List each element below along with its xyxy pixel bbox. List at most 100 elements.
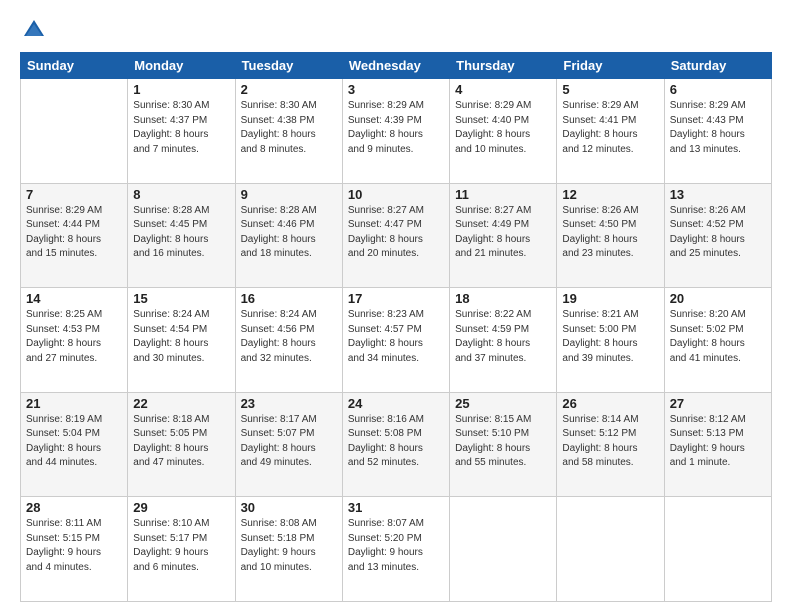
- day-number: 8: [133, 187, 229, 202]
- day-number: 11: [455, 187, 551, 202]
- calendar-cell: 23 Sunrise: 8:17 AM Sunset: 5:07 PM Dayli…: [235, 392, 342, 497]
- calendar-cell: 28 Sunrise: 8:11 AM Sunset: 5:15 PM Dayli…: [21, 497, 128, 602]
- calendar-cell: 15 Sunrise: 8:24 AM Sunset: 4:54 PM Dayli…: [128, 288, 235, 393]
- calendar-cell: 14 Sunrise: 8:25 AM Sunset: 4:53 PM Dayli…: [21, 288, 128, 393]
- calendar-cell: 22 Sunrise: 8:18 AM Sunset: 5:05 PM Dayli…: [128, 392, 235, 497]
- weekday-header: Sunday: [21, 53, 128, 79]
- day-number: 7: [26, 187, 122, 202]
- day-number: 31: [348, 500, 444, 515]
- day-number: 26: [562, 396, 658, 411]
- cell-info: Sunrise: 8:12 AM Sunset: 5:13 PM Dayligh…: [670, 413, 766, 471]
- calendar-cell: 20 Sunrise: 8:20 AM Sunset: 5:02 PM Dayli…: [664, 288, 771, 393]
- day-number: 24: [348, 396, 444, 411]
- cell-info: Sunrise: 8:22 AM Sunset: 4:59 PM Dayligh…: [455, 308, 551, 366]
- calendar-cell: 17Sunrise: 8:23 AM Sunset: 4:57 PM Dayli…: [342, 288, 449, 393]
- day-number: 21: [26, 396, 122, 411]
- cell-info: Sunrise: 8:18 AM Sunset: 5:05 PM Dayligh…: [133, 413, 229, 471]
- weekday-header-row: SundayMondayTuesdayWednesdayThursdayFrid…: [21, 53, 772, 79]
- weekday-header: Tuesday: [235, 53, 342, 79]
- calendar-cell: 21 Sunrise: 8:19 AM Sunset: 5:04 PM Dayli…: [21, 392, 128, 497]
- cell-info: Sunrise: 8:24 AM Sunset: 4:54 PM Dayligh…: [133, 308, 229, 366]
- day-number: 3: [348, 82, 444, 97]
- day-number: 10: [348, 187, 444, 202]
- calendar-cell: 30 Sunrise: 8:08 AM Sunset: 5:18 PM Dayli…: [235, 497, 342, 602]
- calendar-cell: 12 Sunrise: 8:26 AM Sunset: 4:50 PM Dayli…: [557, 183, 664, 288]
- calendar-cell: 1 Sunrise: 8:30 AM Sunset: 4:37 PM Daylig…: [128, 79, 235, 184]
- day-number: 15: [133, 291, 229, 306]
- day-number: 25: [455, 396, 551, 411]
- weekday-header: Monday: [128, 53, 235, 79]
- cell-info: Sunrise: 8:27 AM Sunset: 4:49 PM Dayligh…: [455, 204, 551, 262]
- calendar-cell: [21, 79, 128, 184]
- calendar-cell: 25 Sunrise: 8:15 AM Sunset: 5:10 PM Dayli…: [450, 392, 557, 497]
- day-number: 19: [562, 291, 658, 306]
- cell-info: Sunrise: 8:25 AM Sunset: 4:53 PM Dayligh…: [26, 308, 122, 366]
- weekday-header: Friday: [557, 53, 664, 79]
- cell-info: Sunrise: 8:28 AM Sunset: 4:45 PM Dayligh…: [133, 204, 229, 262]
- day-number: 13: [670, 187, 766, 202]
- day-number: 17: [348, 291, 444, 306]
- cell-info: Sunrise: 8:16 AM Sunset: 5:08 PM Dayligh…: [348, 413, 444, 471]
- cell-info: Sunrise: 8:30 AM Sunset: 4:37 PM Dayligh…: [133, 99, 229, 157]
- calendar-cell: 7 Sunrise: 8:29 AM Sunset: 4:44 PM Daylig…: [21, 183, 128, 288]
- day-number: 6: [670, 82, 766, 97]
- day-number: 20: [670, 291, 766, 306]
- cell-info: Sunrise: 8:11 AM Sunset: 5:15 PM Dayligh…: [26, 517, 122, 575]
- cell-info: Sunrise: 8:20 AM Sunset: 5:02 PM Dayligh…: [670, 308, 766, 366]
- calendar-week-row: 14 Sunrise: 8:25 AM Sunset: 4:53 PM Dayli…: [21, 288, 772, 393]
- calendar-cell: 11 Sunrise: 8:27 AM Sunset: 4:49 PM Dayli…: [450, 183, 557, 288]
- day-number: 28: [26, 500, 122, 515]
- logo-icon: [20, 16, 48, 44]
- cell-info: Sunrise: 8:10 AM Sunset: 5:17 PM Dayligh…: [133, 517, 229, 575]
- calendar-week-row: 28 Sunrise: 8:11 AM Sunset: 5:15 PM Dayli…: [21, 497, 772, 602]
- weekday-header: Wednesday: [342, 53, 449, 79]
- cell-info: Sunrise: 8:08 AM Sunset: 5:18 PM Dayligh…: [241, 517, 337, 575]
- cell-info: Sunrise: 8:14 AM Sunset: 5:12 PM Dayligh…: [562, 413, 658, 471]
- weekday-header: Saturday: [664, 53, 771, 79]
- header: [20, 16, 772, 44]
- calendar-cell: 8 Sunrise: 8:28 AM Sunset: 4:45 PM Daylig…: [128, 183, 235, 288]
- cell-info: Sunrise: 8:29 AM Sunset: 4:41 PM Dayligh…: [562, 99, 658, 157]
- logo: [20, 16, 52, 44]
- day-number: 22: [133, 396, 229, 411]
- calendar-cell: 31Sunrise: 8:07 AM Sunset: 5:20 PM Dayli…: [342, 497, 449, 602]
- cell-info: Sunrise: 8:27 AM Sunset: 4:47 PM Dayligh…: [348, 204, 444, 262]
- calendar-cell: 4Sunrise: 8:29 AM Sunset: 4:40 PM Daylig…: [450, 79, 557, 184]
- cell-info: Sunrise: 8:15 AM Sunset: 5:10 PM Dayligh…: [455, 413, 551, 471]
- cell-info: Sunrise: 8:21 AM Sunset: 5:00 PM Dayligh…: [562, 308, 658, 366]
- calendar-cell: 29Sunrise: 8:10 AM Sunset: 5:17 PM Dayli…: [128, 497, 235, 602]
- day-number: 2: [241, 82, 337, 97]
- calendar-cell: [557, 497, 664, 602]
- day-number: 16: [241, 291, 337, 306]
- calendar-cell: 3Sunrise: 8:29 AM Sunset: 4:39 PM Daylig…: [342, 79, 449, 184]
- cell-info: Sunrise: 8:29 AM Sunset: 4:43 PM Dayligh…: [670, 99, 766, 157]
- cell-info: Sunrise: 8:28 AM Sunset: 4:46 PM Dayligh…: [241, 204, 337, 262]
- day-number: 23: [241, 396, 337, 411]
- calendar-week-row: 7 Sunrise: 8:29 AM Sunset: 4:44 PM Daylig…: [21, 183, 772, 288]
- calendar-cell: 10 Sunrise: 8:27 AM Sunset: 4:47 PM Dayli…: [342, 183, 449, 288]
- calendar-week-row: 21 Sunrise: 8:19 AM Sunset: 5:04 PM Dayli…: [21, 392, 772, 497]
- calendar-cell: 27 Sunrise: 8:12 AM Sunset: 5:13 PM Dayli…: [664, 392, 771, 497]
- calendar-cell: 9Sunrise: 8:28 AM Sunset: 4:46 PM Daylig…: [235, 183, 342, 288]
- calendar-cell: 18 Sunrise: 8:22 AM Sunset: 4:59 PM Dayli…: [450, 288, 557, 393]
- day-number: 4: [455, 82, 551, 97]
- calendar-page: SundayMondayTuesdayWednesdayThursdayFrid…: [0, 0, 792, 612]
- day-number: 12: [562, 187, 658, 202]
- calendar-cell: 26 Sunrise: 8:14 AM Sunset: 5:12 PM Dayli…: [557, 392, 664, 497]
- calendar-cell: [450, 497, 557, 602]
- cell-info: Sunrise: 8:29 AM Sunset: 4:44 PM Dayligh…: [26, 204, 122, 262]
- cell-info: Sunrise: 8:30 AM Sunset: 4:38 PM Dayligh…: [241, 99, 337, 157]
- calendar-cell: 2 Sunrise: 8:30 AM Sunset: 4:38 PM Daylig…: [235, 79, 342, 184]
- cell-info: Sunrise: 8:26 AM Sunset: 4:50 PM Dayligh…: [562, 204, 658, 262]
- weekday-header: Thursday: [450, 53, 557, 79]
- cell-info: Sunrise: 8:19 AM Sunset: 5:04 PM Dayligh…: [26, 413, 122, 471]
- day-number: 14: [26, 291, 122, 306]
- calendar-cell: 24 Sunrise: 8:16 AM Sunset: 5:08 PM Dayli…: [342, 392, 449, 497]
- calendar-cell: 19 Sunrise: 8:21 AM Sunset: 5:00 PM Dayli…: [557, 288, 664, 393]
- day-number: 27: [670, 396, 766, 411]
- calendar-cell: 6 Sunrise: 8:29 AM Sunset: 4:43 PM Daylig…: [664, 79, 771, 184]
- day-number: 30: [241, 500, 337, 515]
- cell-info: Sunrise: 8:17 AM Sunset: 5:07 PM Dayligh…: [241, 413, 337, 471]
- day-number: 18: [455, 291, 551, 306]
- day-number: 1: [133, 82, 229, 97]
